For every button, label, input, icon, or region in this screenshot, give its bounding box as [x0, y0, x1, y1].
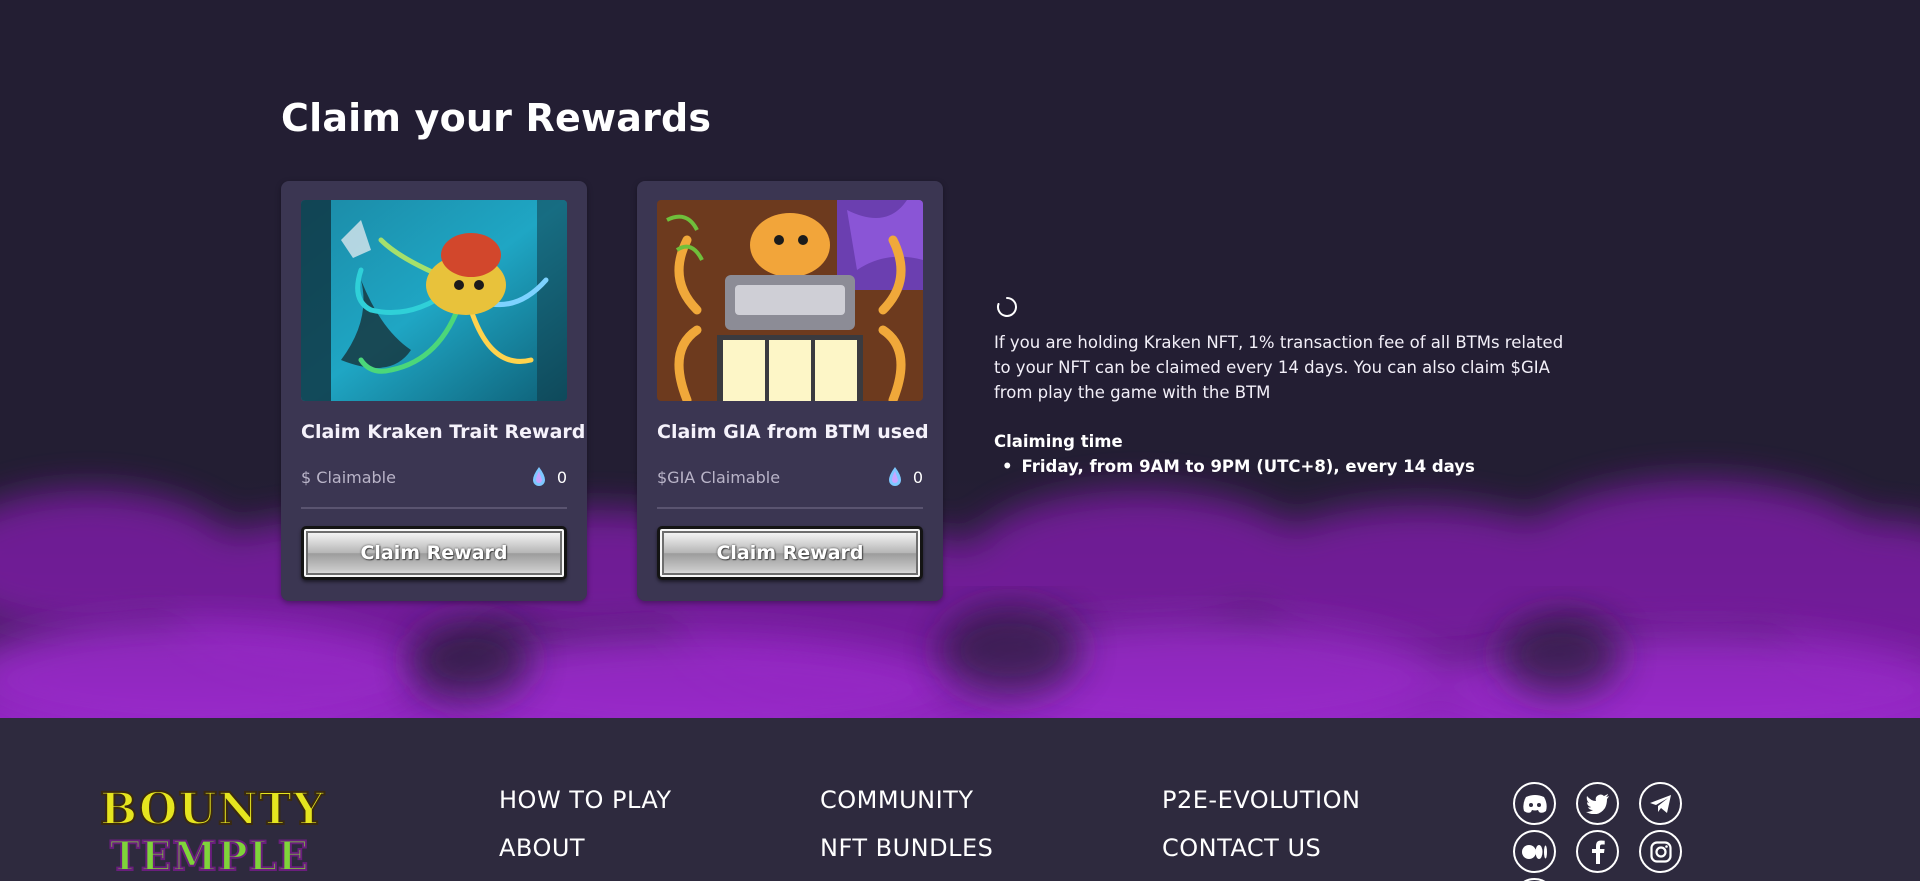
- nav-nft-bundles[interactable]: NFT BUNDLES: [820, 834, 993, 862]
- nav-about[interactable]: ABOUT: [499, 834, 585, 862]
- reward-card-gia-btm: Claim GIA from BTM used $GIA Claimable 0…: [637, 181, 943, 601]
- nav-how-to-play[interactable]: HOW TO PLAY: [499, 786, 672, 814]
- loading-spinner-icon: [997, 297, 1017, 317]
- bounty-temple-logo[interactable]: BOUNTY TEMPLE: [96, 774, 336, 881]
- gia-gem-icon: [888, 467, 901, 486]
- claiming-time-text: Friday, from 9AM to 9PM (UTC+8), every 1…: [1021, 457, 1475, 476]
- bullet-icon: •: [1002, 457, 1013, 476]
- amount-value: 0: [556, 467, 567, 487]
- medium-icon[interactable]: [1513, 830, 1556, 873]
- discord-icon[interactable]: [1513, 782, 1556, 825]
- nav-community[interactable]: COMMUNITY: [820, 786, 973, 814]
- claimable-label: $ Claimable: [301, 467, 396, 487]
- nav-p2e-evolution[interactable]: P2E-EVOLUTION: [1162, 786, 1360, 814]
- claiming-time-item: • Friday, from 9AM to 9PM (UTC+8), every…: [1002, 457, 1475, 476]
- svg-text:BOUNTY: BOUNTY: [100, 784, 325, 835]
- reward-description: If you are holding Kraken NFT, 1% transa…: [994, 333, 1564, 402]
- amount-value: 0: [912, 467, 923, 487]
- claimable-amount: 0: [887, 466, 923, 488]
- divider: [301, 507, 567, 509]
- card-title: Claim GIA from BTM used: [657, 421, 929, 443]
- instagram-icon[interactable]: [1639, 830, 1682, 873]
- kraken-artwork-image: [301, 200, 567, 401]
- facebook-icon[interactable]: [1576, 830, 1619, 873]
- claimable-label: $GIA Claimable: [657, 467, 781, 487]
- divider: [657, 507, 923, 509]
- svg-text:TEMPLE: TEMPLE: [110, 833, 309, 880]
- twitter-icon[interactable]: [1576, 782, 1619, 825]
- kraken-slot-machine-image: [657, 200, 923, 401]
- telegram-icon[interactable]: [1639, 782, 1682, 825]
- claimable-row: $ Claimable 0: [301, 466, 567, 488]
- claim-reward-button[interactable]: Claim Reward: [657, 526, 923, 580]
- card-title: Claim Kraken Trait Reward: [301, 421, 586, 443]
- claimable-amount: 0: [531, 466, 567, 488]
- gia-gem-icon: [532, 467, 545, 486]
- claiming-time-title: Claiming time: [994, 432, 1123, 451]
- reward-card-kraken-trait: Claim Kraken Trait Reward $ Claimable 0 …: [281, 181, 587, 601]
- nav-contact-us[interactable]: CONTACT US: [1162, 834, 1321, 862]
- site-footer: BOUNTY TEMPLE HOW TO PLAY ABOUT COMMUNIT…: [0, 718, 1920, 881]
- rewards-section: Claim your Rewards Claim Kraken Trait Re…: [0, 0, 1920, 718]
- page-title: Claim your Rewards: [281, 96, 712, 140]
- claim-reward-button[interactable]: Claim Reward: [301, 526, 567, 580]
- claimable-row: $GIA Claimable 0: [657, 466, 923, 488]
